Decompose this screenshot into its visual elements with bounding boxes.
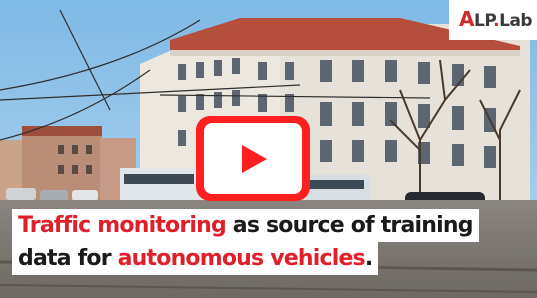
play-button-inner[interactable] [204,123,302,194]
caption-highlight-2: autonomous vehicles [117,246,366,271]
caption-line-1: Traffic monitoring as source of training [12,209,479,242]
caption-text-1: as source of training [225,213,474,238]
logo-mark: A [459,7,474,31]
play-icon[interactable] [236,142,270,176]
video-thumbnail[interactable]: ALP.Lab Traffic monitoring as source of … [0,0,537,298]
play-button[interactable] [196,116,310,201]
caption-line-2: data for autonomous vehicles. [12,242,379,275]
caption-text-2a: data for [18,246,118,271]
caption-highlight-1: Traffic monitoring [18,213,227,238]
logo-box: ALP.Lab [449,0,537,40]
logo-brand: LP [473,11,494,31]
caption-text-2b: . [364,246,373,271]
alp-lab-logo: ALP.Lab [459,7,533,31]
logo-suffix: Lab [499,11,533,31]
